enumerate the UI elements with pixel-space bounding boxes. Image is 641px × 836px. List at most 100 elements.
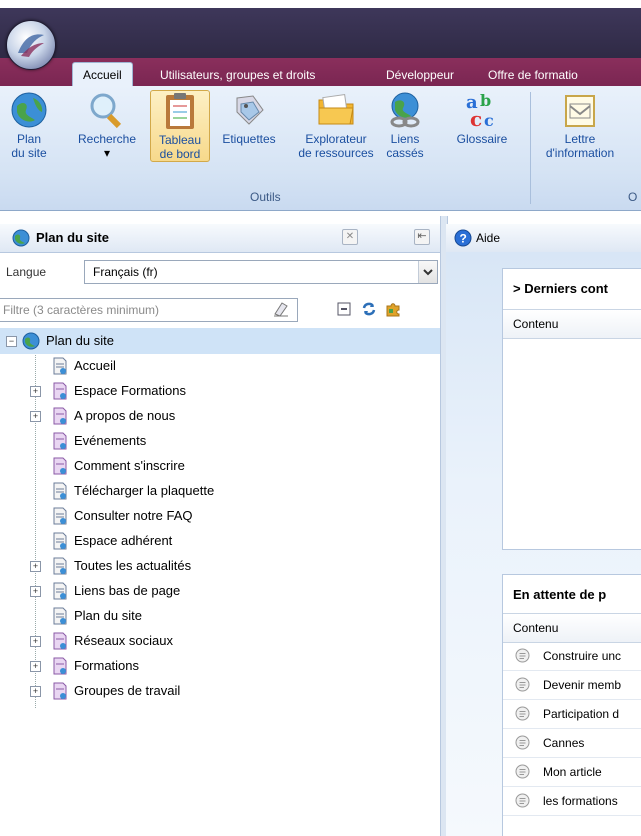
tree-item[interactable]: Evénements [0, 428, 440, 454]
broken-links-button[interactable]: Liens cassés [380, 90, 430, 160]
tree-item-label: Comment s'inscrire [74, 458, 185, 473]
list-item[interactable]: Mon article [503, 758, 641, 787]
document-icon [515, 735, 530, 750]
close-icon[interactable]: ✕ [342, 229, 358, 245]
list-item-label: les formations [543, 794, 618, 808]
group-separator [530, 92, 531, 204]
gear-document-icon [515, 706, 530, 721]
list-item[interactable]: Construire unc [503, 642, 641, 671]
collapse-all-icon[interactable] [336, 301, 352, 317]
tab-offre-formation[interactable]: Offre de formatio [478, 64, 588, 86]
broken-link-icon [390, 92, 420, 128]
tags-icon [236, 95, 264, 125]
svg-text:c: c [470, 107, 482, 130]
pending-box: En attente de p Contenu Construire unc De… [502, 574, 641, 836]
glossary-label: Glossaire [456, 132, 508, 146]
expand-icon[interactable]: + [30, 586, 41, 597]
expand-icon[interactable]: + [30, 411, 41, 422]
list-item[interactable]: Cannes [503, 729, 641, 758]
tab-utilisateurs[interactable]: Utilisateurs, groupes et droits [150, 64, 325, 86]
tab-accueil[interactable]: Accueil [72, 62, 133, 87]
tree-item[interactable]: Télécharger la plaquette [0, 478, 440, 504]
eraser-icon[interactable] [272, 300, 290, 318]
tree-item-label: Accueil [74, 358, 116, 373]
latest-content-box: > Derniers cont Contenu [502, 268, 641, 550]
list-item[interactable]: les formations [503, 787, 641, 816]
app-menu-orb[interactable] [6, 20, 56, 70]
tree-item[interactable]: Accueil [0, 353, 440, 379]
tree-item[interactable]: + A propos de nous [0, 403, 440, 429]
tree-item[interactable]: + Espace Formations [0, 378, 440, 404]
expand-icon[interactable]: + [30, 661, 41, 672]
list-item-label: Mon article [543, 765, 602, 779]
tree-item-label: Consulter notre FAQ [74, 508, 193, 523]
app-window: Accueil Utilisateurs, groupes et droits … [0, 0, 641, 836]
tree-item-label: Plan du site [46, 333, 114, 348]
tree-item[interactable]: + Formations [0, 653, 440, 679]
glossary-button[interactable]: abcc Glossaire [452, 90, 512, 146]
tree-item[interactable]: Espace adhérent [0, 528, 440, 554]
tree-item[interactable]: Comment s'inscrire [0, 453, 440, 479]
latest-content-title: > Derniers cont [513, 281, 609, 296]
list-item[interactable]: Devenir memb [503, 671, 641, 700]
svg-text:c: c [484, 111, 494, 130]
tags-label: Etiquettes [222, 132, 276, 146]
puzzle-icon[interactable] [384, 300, 402, 318]
pin-icon[interactable]: ⇤ [414, 229, 430, 245]
tree-item-label: Réseaux sociaux [74, 633, 173, 648]
tree-item-label: Evénements [74, 433, 147, 448]
pending-column-label: Contenu [513, 621, 559, 635]
tree-item-label: Groupes de travail [74, 683, 181, 698]
latest-content-column-header[interactable]: Contenu [503, 309, 641, 339]
collapse-icon[interactable]: − [6, 336, 17, 347]
svg-text:?: ? [460, 232, 467, 246]
site-map-label-2: du site [11, 146, 47, 160]
help-tab-header[interactable]: ? Aide [446, 224, 641, 253]
filter-placeholder: Filtre (3 caractères minimum) [3, 303, 160, 317]
ribbon: Plan du site Recherche ▾ Tableau de bord… [0, 86, 641, 211]
resource-explorer-button[interactable]: Explorateur de ressources [294, 90, 378, 160]
newsletter-label-2: d'information [545, 146, 615, 160]
language-select[interactable]: Français (fr) [84, 260, 438, 284]
expand-icon[interactable]: + [30, 561, 41, 572]
tree-item[interactable]: + Réseaux sociaux [0, 628, 440, 654]
tree-item-label: Télécharger la plaquette [74, 483, 215, 498]
site-map-button[interactable]: Plan du site [4, 90, 54, 160]
tree-item-label: Plan du site [74, 608, 142, 623]
filter-input[interactable]: Filtre (3 caractères minimum) [0, 298, 298, 322]
pending-column-header[interactable]: Contenu [503, 613, 641, 643]
dashboard-label-2: de bord [159, 147, 201, 161]
tree-item[interactable]: − Plan du site [0, 328, 440, 354]
language-row: Langue Français (fr) [0, 258, 440, 286]
expand-icon[interactable]: + [30, 386, 41, 397]
language-label: Langue [6, 265, 47, 279]
expand-icon[interactable]: + [30, 686, 41, 697]
ribbon-tabs: Accueil Utilisateurs, groupes et droits … [0, 58, 641, 87]
tree-item[interactable]: + Toutes les actualités [0, 553, 440, 579]
newsletter-icon [565, 95, 595, 127]
refresh-icon[interactable] [360, 300, 378, 318]
tab-developpeur[interactable]: Développeur [376, 64, 464, 86]
dashboard-button[interactable]: Tableau de bord [150, 90, 210, 162]
search-button[interactable]: Recherche ▾ [64, 90, 150, 160]
tree-item[interactable]: Plan du site [0, 603, 440, 629]
latest-content-column-label: Contenu [513, 317, 559, 331]
list-item-label: Devenir memb [543, 678, 622, 692]
document-icon [515, 793, 530, 808]
tree-item[interactable]: + Liens bas de page [0, 578, 440, 604]
tree-item[interactable]: Consulter notre FAQ [0, 503, 440, 529]
logo-icon [18, 34, 44, 57]
dashboard-label-1: Tableau [158, 133, 202, 147]
tree-item-label: A propos de nous [74, 408, 176, 423]
broken-links-label-2: cassés [386, 146, 424, 160]
filter-row: Filtre (3 caractères minimum) [0, 296, 440, 322]
site-map-panel-header: Plan du site ✕ ⇤ [0, 224, 440, 253]
chevron-down-icon[interactable] [418, 261, 437, 283]
tree-item[interactable]: + Groupes de travail [0, 678, 440, 704]
expand-icon[interactable]: + [30, 636, 41, 647]
list-item[interactable]: Participation d [503, 700, 641, 729]
tags-button[interactable]: Etiquettes [214, 90, 284, 146]
group-label-other: O [628, 190, 638, 204]
tree-item-label: Toutes les actualités [74, 558, 192, 573]
newsletter-button[interactable]: Lettre d'information [542, 90, 618, 160]
